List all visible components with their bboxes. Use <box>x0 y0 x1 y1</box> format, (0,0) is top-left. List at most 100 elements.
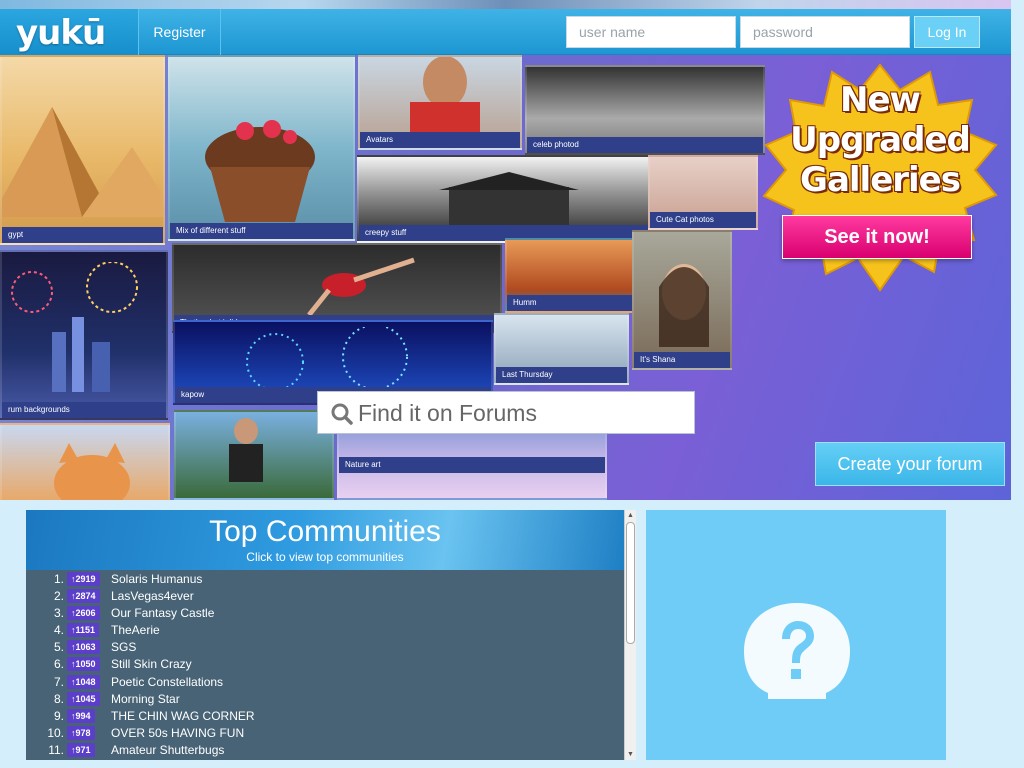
kitten-image <box>54 443 130 500</box>
logo[interactable]: yukū <box>0 9 139 55</box>
fireworks-city-image <box>11 262 138 392</box>
tile-caption: It's Shana <box>634 352 730 368</box>
gallery-tile[interactable]: gypt <box>0 55 165 245</box>
community-row[interactable]: 1. ↑2919 Solaris Humanus <box>26 570 624 587</box>
gallery-tile[interactable] <box>0 423 170 500</box>
community-count-badge: ↑971 <box>67 742 95 757</box>
gallery-tile[interactable]: It's Shana <box>632 230 732 370</box>
gallery-banner: gypt Mix of different stuff Avatars cele… <box>0 55 1011 500</box>
gallery-tile[interactable]: Humm <box>505 238 645 313</box>
gallery-tile[interactable]: Last Thursday <box>494 313 629 385</box>
community-count-badge: ↑1045 <box>67 691 100 706</box>
magnifier-icon <box>331 403 353 425</box>
scroll-down-icon[interactable]: ▼ <box>625 749 636 760</box>
community-rank: 10. <box>47 725 64 740</box>
community-name-link[interactable]: Morning Star <box>111 692 180 706</box>
promo-line-galleries: Galleries <box>800 160 961 200</box>
promo-badge: New Upgraded Galleries See it now! <box>760 60 1000 320</box>
top-communities-header[interactable]: Top Communities Click to view top commun… <box>26 510 624 570</box>
community-count-badge: ↑1151 <box>67 623 100 638</box>
forum-search-input[interactable] <box>358 394 688 432</box>
community-count-badge: ↑978 <box>67 725 95 740</box>
gallery-tile[interactable] <box>174 410 334 500</box>
community-row[interactable]: 5. ↑1063 SGS <box>26 638 624 655</box>
tile-caption: celeb photod <box>527 137 763 153</box>
top-communities-panel: Top Communities Click to view top commun… <box>26 510 636 760</box>
community-name-link[interactable]: OVER 50s HAVING FUN <box>111 726 244 740</box>
gallery-tile[interactable]: creepy stuff <box>357 155 657 243</box>
question-mark-icon <box>744 603 850 699</box>
scroll-up-icon[interactable]: ▲ <box>625 510 636 521</box>
gallery-tile[interactable]: Cute Cat photos <box>648 155 758 230</box>
site-header: yukū Register Log In <box>0 9 1011 55</box>
community-rank: 2. <box>53 589 64 604</box>
panel-title: Top Communities <box>209 515 441 548</box>
login-button[interactable]: Log In <box>914 16 980 48</box>
community-row[interactable]: 2. ↑2874 LasVegas4ever <box>26 587 624 604</box>
community-rank: 4. <box>53 623 64 638</box>
house-image <box>439 172 579 232</box>
community-row[interactable]: 11. ↑971 Amateur Shutterbugs <box>26 741 624 758</box>
community-name-link[interactable]: Amateur Shutterbugs <box>111 743 224 757</box>
person-image <box>410 57 480 137</box>
pyramid-image <box>2 107 163 217</box>
panel-subtitle: Click to view top communities <box>246 550 404 564</box>
community-rank: 3. <box>53 606 64 621</box>
promo-line-upgraded: Upgraded <box>790 120 971 160</box>
gallery-tile[interactable]: celeb photod <box>525 65 765 155</box>
gallery-tile[interactable]: Mix of different stuff <box>168 55 355 241</box>
community-row[interactable]: 10. ↑978 OVER 50s HAVING FUN <box>26 724 624 741</box>
community-name-link[interactable]: Poetic Constellations <box>111 675 223 689</box>
scroll-thumb[interactable] <box>626 522 635 644</box>
community-name-link[interactable]: SGS <box>111 640 136 654</box>
community-scrollbar[interactable]: ▲ ▼ <box>624 510 636 760</box>
community-row[interactable]: 3. ↑2606 Our Fantasy Castle <box>26 604 624 621</box>
gymnast-image <box>307 257 415 317</box>
tile-caption: Humm <box>507 295 643 311</box>
community-name-link[interactable]: Our Fantasy Castle <box>111 606 214 620</box>
cupcake-image <box>205 120 315 222</box>
help-panel <box>646 510 946 760</box>
community-row[interactable]: 6. ↑1050 Still Skin Crazy <box>26 655 624 672</box>
community-name-link[interactable]: Solaris Humanus <box>111 572 202 586</box>
community-rank: 6. <box>53 657 64 672</box>
community-row[interactable]: 4. ↑1151 TheAerie <box>26 621 624 638</box>
tile-caption: Avatars <box>360 132 520 148</box>
community-name-link[interactable]: THE CHIN WAG CORNER <box>111 709 255 723</box>
top-banner-strip <box>0 0 1011 9</box>
community-row[interactable]: 8. ↑1045 Morning Star <box>26 690 624 707</box>
gallery-tile[interactable]: rum backgrounds <box>0 250 168 420</box>
gallery-tile[interactable]: Avatars <box>358 55 522 150</box>
community-rank: 5. <box>53 640 64 655</box>
community-list: 1. ↑2919 Solaris Humanus 2. ↑2874 LasVegas4ev… <box>26 570 624 758</box>
community-row[interactable]: 7. ↑1048 Poetic Constellations <box>26 673 624 690</box>
community-rank: 7. <box>53 674 64 689</box>
see-it-now-button[interactable]: See it now! <box>782 215 972 259</box>
tile-caption: Mix of different stuff <box>170 223 353 239</box>
community-count-badge: ↑2606 <box>67 606 100 621</box>
logo-text: yukū <box>16 13 106 53</box>
community-rank: 9. <box>53 708 64 723</box>
community-count-badge: ↑2919 <box>67 572 100 586</box>
community-count-badge: ↑2874 <box>67 589 100 604</box>
community-name-link[interactable]: Still Skin Crazy <box>111 657 192 671</box>
username-input[interactable] <box>566 16 736 48</box>
community-name-link[interactable]: TheAerie <box>111 623 160 637</box>
forum-search-box[interactable] <box>317 391 695 434</box>
tile-caption: Last Thursday <box>496 367 627 383</box>
register-link[interactable]: Register <box>139 9 221 55</box>
tile-caption: Nature art <box>339 457 605 473</box>
tile-caption: Cute Cat photos <box>650 212 756 228</box>
woman-portrait-image <box>659 264 709 347</box>
password-input[interactable] <box>740 16 910 48</box>
create-forum-button[interactable]: Create your forum <box>815 442 1005 486</box>
community-row[interactable]: 9. ↑994 THE CHIN WAG CORNER <box>26 707 624 724</box>
community-rank: 11. <box>48 742 64 757</box>
community-count-badge: ↑1063 <box>67 640 100 655</box>
tile-caption: gypt <box>2 227 163 243</box>
promo-line-new: New <box>840 80 921 120</box>
community-rank: 1. <box>53 572 64 586</box>
community-count-badge: ↑1048 <box>67 674 100 689</box>
community-name-link[interactable]: LasVegas4ever <box>111 589 194 603</box>
community-count-badge: ↑1050 <box>67 657 100 672</box>
